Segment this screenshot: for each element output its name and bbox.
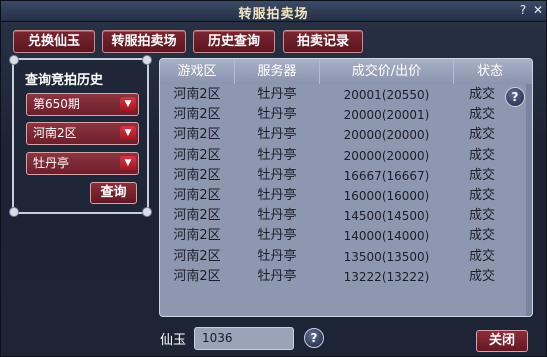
status-cell: 成交 — [468, 147, 495, 163]
panel-corner-ornament — [9, 55, 19, 65]
status-cell: 成交 — [468, 248, 495, 264]
table-row[interactable]: 河南2区 牡丹亭 16000(16000) 成交 — [160, 186, 532, 206]
table-row[interactable]: 河南2区 牡丹亭 13500(13500) 成交 — [160, 247, 532, 267]
table-row[interactable]: 河南2区 牡丹亭 16667(16667) 成交 — [160, 166, 532, 186]
status-cell: 成交 — [468, 228, 495, 244]
help-icon[interactable]: ? — [505, 87, 525, 107]
zone-cell: 河南2区 — [173, 147, 221, 163]
price-cell: 16667(16667) — [343, 168, 430, 183]
currency-label: 仙玉 — [160, 333, 187, 348]
currency-value-field: 1036 — [194, 327, 294, 350]
query-button[interactable]: 查询 — [90, 182, 137, 204]
zone-cell: 河南2区 — [173, 127, 221, 143]
price-cell: 20000(20000) — [343, 148, 430, 163]
panel-corner-ornament — [142, 55, 152, 65]
server-cell: 牡丹亭 — [257, 248, 297, 264]
column-header-server: 服务器 — [235, 59, 320, 84]
zone-cell: 河南2区 — [173, 248, 221, 264]
server-cell: 牡丹亭 — [257, 228, 297, 244]
table-row[interactable]: 河南2区 牡丹亭 20000(20000) 成交 — [160, 125, 532, 145]
table-body: 河南2区 牡丹亭 20001(20550) 成交 河南2区 牡丹亭 20000(… — [160, 85, 532, 287]
status-cell: 成交 — [468, 208, 495, 224]
title-bar[interactable]: 转服拍卖场 ? ✕ — [1, 1, 546, 22]
help-icon[interactable]: ? — [304, 328, 324, 348]
server-cell: 牡丹亭 — [257, 147, 297, 163]
history-table: 游戏区 服务器 成交价/出价 状态 河南2区 牡丹亭 20001(20550) … — [159, 58, 533, 317]
chevron-down-icon[interactable]: ▼ — [120, 126, 136, 140]
server-cell: 牡丹亭 — [257, 187, 297, 203]
chevron-down-icon[interactable]: ▼ — [120, 156, 136, 170]
chevron-down-icon[interactable]: ▼ — [120, 97, 136, 111]
server-cell: 牡丹亭 — [257, 208, 297, 224]
panel-corner-ornament — [142, 207, 152, 217]
window-title: 转服拍卖场 — [238, 7, 309, 22]
server-cell: 牡丹亭 — [257, 268, 297, 284]
status-cell: 成交 — [468, 167, 495, 183]
table-header: 游戏区 服务器 成交价/出价 状态 — [160, 59, 532, 84]
close-button[interactable]: 关闭 — [476, 330, 528, 352]
server-cell: 牡丹亭 — [257, 107, 297, 123]
table-row[interactable]: 河南2区 牡丹亭 14000(14000) 成交 — [160, 226, 532, 246]
table-row[interactable]: 河南2区 牡丹亭 20000(20000) 成交 — [160, 146, 532, 166]
server-select[interactable]: 牡丹亭 ▼ — [26, 152, 139, 175]
price-cell: 20001(20550) — [343, 88, 430, 102]
status-cell: 成交 — [468, 87, 495, 102]
column-header-zone: 游戏区 — [160, 59, 235, 84]
table-row[interactable]: 河南2区 牡丹亭 14500(14500) 成交 — [160, 206, 532, 226]
price-cell: 13222(13222) — [343, 269, 430, 284]
region-select-value: 河南2区 — [33, 126, 77, 140]
price-cell: 14000(14000) — [343, 229, 430, 244]
query-panel: 查询竞拍历史 第650期 ▼ 河南2区 ▼ 牡丹亭 ▼ 查询 — [9, 55, 152, 217]
period-select-value: 第650期 — [33, 97, 80, 111]
table-row[interactable]: 河南2区 牡丹亭 20000(20001) 成交 — [160, 105, 532, 125]
price-cell: 20000(20001) — [343, 108, 430, 123]
region-select[interactable]: 河南2区 ▼ — [26, 122, 139, 145]
zone-cell: 河南2区 — [173, 167, 221, 183]
status-cell: 成交 — [468, 187, 495, 203]
server-cell: 牡丹亭 — [257, 127, 297, 143]
scrollbar[interactable] — [526, 84, 532, 316]
server-cell: 牡丹亭 — [257, 167, 297, 183]
zone-cell: 河南2区 — [173, 187, 221, 203]
close-icon[interactable]: ✕ — [531, 3, 545, 17]
panel-corner-ornament — [9, 207, 19, 217]
zone-cell: 河南2区 — [173, 268, 221, 284]
period-select[interactable]: 第650期 ▼ — [26, 93, 139, 116]
tab-exchange-xianyu[interactable]: 兑换仙玉 — [13, 30, 95, 53]
tab-auction-records[interactable]: 拍卖记录 — [283, 30, 363, 53]
server-select-value: 牡丹亭 — [33, 156, 70, 170]
price-cell: 16000(16000) — [343, 188, 430, 203]
tab-transfer-auction[interactable]: 转服拍卖场 — [102, 30, 186, 53]
price-cell: 13500(13500) — [343, 249, 430, 264]
price-cell: 20000(20000) — [343, 128, 430, 143]
help-icon[interactable]: ? — [516, 3, 530, 17]
status-cell: 成交 — [468, 268, 495, 284]
server-cell: 牡丹亭 — [257, 87, 297, 102]
zone-cell: 河南2区 — [173, 87, 221, 102]
price-cell: 14500(14500) — [343, 209, 430, 224]
zone-cell: 河南2区 — [173, 208, 221, 224]
column-header-price: 成交价/出价 — [320, 59, 454, 84]
query-panel-heading: 查询竞拍历史 — [25, 73, 104, 88]
status-cell: 成交 — [468, 107, 495, 123]
table-row[interactable]: 河南2区 牡丹亭 13222(13222) 成交 — [160, 267, 532, 287]
zone-cell: 河南2区 — [173, 107, 221, 123]
auction-window: 转服拍卖场 ? ✕ 兑换仙玉 转服拍卖场 历史查询 拍卖记录 查询竞拍历史 第6… — [0, 0, 547, 357]
column-header-status: 状态 — [476, 64, 503, 79]
table-row[interactable]: 河南2区 牡丹亭 20001(20550) 成交 — [160, 85, 532, 105]
status-cell: 成交 — [468, 127, 495, 143]
zone-cell: 河南2区 — [173, 228, 221, 244]
tab-history-query[interactable]: 历史查询 — [193, 30, 275, 53]
